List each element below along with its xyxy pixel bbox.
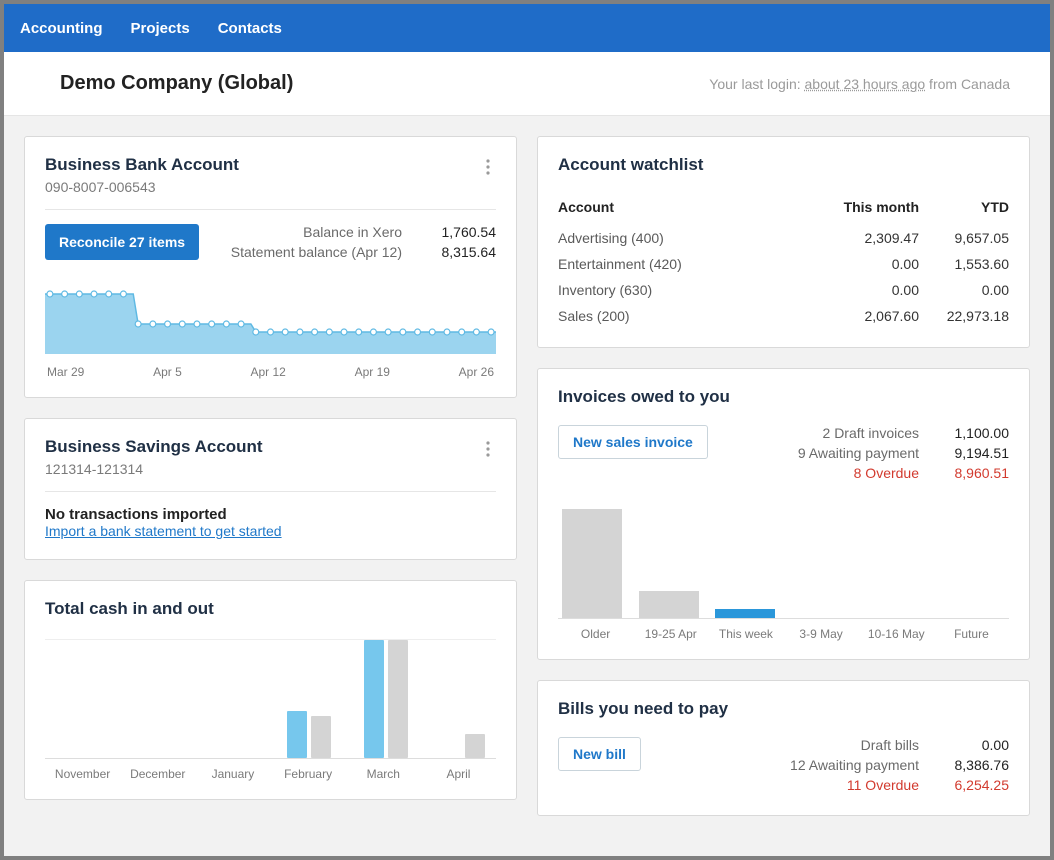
account-name: Sales (200) — [558, 303, 782, 329]
month-label: January — [195, 767, 270, 781]
cash-card: Total cash in and out November December … — [24, 580, 517, 800]
account-name: Advertising (400) — [558, 225, 782, 251]
stat-value-overdue: 8,960.51 — [939, 465, 1009, 481]
stat-label: Draft bills — [861, 737, 919, 753]
last-login-suffix: from Canada — [925, 76, 1010, 92]
last-login-prefix: Your last login: — [709, 76, 804, 92]
month-label: April — [421, 767, 496, 781]
reconcile-button[interactable]: Reconcile 27 items — [45, 224, 199, 260]
watchlist-table: Account This month YTD Advertising (400)… — [558, 199, 1009, 329]
stat-value-overdue: 6,254.25 — [939, 777, 1009, 793]
savings-title: Business Savings Account — [45, 437, 263, 457]
statement-balance-value: 8,315.64 — [426, 244, 496, 260]
ytd-val: 0.00 — [919, 277, 1009, 303]
bank-balances: Balance in Xero 1,760.54 Statement balanc… — [231, 224, 496, 264]
bank-number: 090-8007-006543 — [45, 179, 239, 195]
bank-area-chart: Mar 29 Apr 5 Apr 12 Apr 19 Apr 26 — [45, 274, 496, 379]
stat-label: 2 Draft invoices — [823, 425, 919, 441]
right-column: Account watchlist Account This month YTD… — [537, 136, 1030, 836]
stat-value: 8,386.76 — [939, 757, 1009, 773]
stat-value: 9,194.51 — [939, 445, 1009, 461]
bill-stats: Draft bills 0.00 12 Awaiting payment 8,386… — [790, 737, 1009, 797]
company-bar: Demo Company (Global) Your last login: a… — [4, 52, 1050, 116]
invoices-card: Invoices owed to you New sales invoice 2… — [537, 368, 1030, 660]
stat-label: 12 Awaiting payment — [790, 757, 919, 773]
table-row[interactable]: Inventory (630)0.000.00 — [558, 277, 1009, 303]
table-row[interactable]: Advertising (400)2,309.479,657.05 — [558, 225, 1009, 251]
month-label: March — [346, 767, 421, 781]
stat-label-overdue: 11 Overdue — [847, 777, 919, 793]
ytd-val: 9,657.05 — [919, 225, 1009, 251]
last-login-time[interactable]: about 23 hours ago — [805, 76, 926, 92]
month-val: 2,309.47 — [782, 225, 919, 251]
nav-projects[interactable]: Projects — [131, 20, 190, 37]
watchlist-card: Account watchlist Account This month YTD… — [537, 136, 1030, 348]
month-val: 0.00 — [782, 251, 919, 277]
bar-label: This week — [708, 627, 783, 641]
table-row[interactable]: Sales (200)2,067.6022,973.18 — [558, 303, 1009, 329]
month-val: 2,067.60 — [782, 303, 919, 329]
company-name: Demo Company (Global) — [60, 72, 293, 95]
bank-account-card: Business Bank Account 090-8007-006543 Re… — [24, 136, 517, 398]
tick: Mar 29 — [47, 365, 84, 379]
bills-card: Bills you need to pay New bill Draft bil… — [537, 680, 1030, 816]
col-month: This month — [782, 199, 919, 225]
divider — [45, 491, 496, 492]
col-account: Account — [558, 199, 782, 225]
table-row[interactable]: Entertainment (420)0.001,553.60 — [558, 251, 1009, 277]
month-label: February — [271, 767, 346, 781]
divider — [45, 209, 496, 210]
cash-bar-chart: November December January February March… — [45, 639, 496, 781]
kebab-icon[interactable] — [480, 155, 496, 179]
new-bill-button[interactable]: New bill — [558, 737, 641, 771]
bank-chart-ticks: Mar 29 Apr 5 Apr 12 Apr 19 Apr 26 — [45, 365, 496, 379]
savings-account-card: Business Savings Account 121314-121314 N… — [24, 418, 517, 560]
savings-number: 121314-121314 — [45, 461, 263, 477]
balance-xero-value: 1,760.54 — [426, 224, 496, 240]
tick: Apr 19 — [355, 365, 390, 379]
tick: Apr 12 — [250, 365, 285, 379]
bar-label: Older — [558, 627, 633, 641]
stat-value: 0.00 — [939, 737, 1009, 753]
nav-contacts[interactable]: Contacts — [218, 20, 282, 37]
ytd-val: 1,553.60 — [919, 251, 1009, 277]
stat-label: 9 Awaiting payment — [798, 445, 919, 461]
stat-label-overdue: 8 Overdue — [854, 465, 919, 481]
nav-accounting[interactable]: Accounting — [20, 20, 103, 37]
kebab-icon[interactable] — [480, 437, 496, 461]
bar-label: 10-16 May — [859, 627, 934, 641]
last-login: Your last login: about 23 hours ago from… — [709, 76, 1010, 92]
bills-title: Bills you need to pay — [558, 699, 1009, 719]
bank-title: Business Bank Account — [45, 155, 239, 175]
invoices-bar-chart: Older 19-25 Apr This week 3-9 May 10-16 … — [558, 509, 1009, 641]
ytd-val: 22,973.18 — [919, 303, 1009, 329]
invoice-stats: 2 Draft invoices 1,100.00 9 Awaiting paym… — [798, 425, 1009, 485]
balance-xero-label: Balance in Xero — [303, 224, 402, 240]
dashboard-content: Business Bank Account 090-8007-006543 Re… — [4, 116, 1050, 856]
cash-title: Total cash in and out — [45, 599, 496, 619]
tick: Apr 5 — [153, 365, 182, 379]
top-nav: Accounting Projects Contacts — [4, 4, 1050, 52]
tick: Apr 26 — [459, 365, 494, 379]
left-column: Business Bank Account 090-8007-006543 Re… — [24, 136, 517, 836]
month-val: 0.00 — [782, 277, 919, 303]
import-statement-link[interactable]: Import a bank statement to get started — [45, 523, 282, 539]
bar-label: 19-25 Apr — [633, 627, 708, 641]
watchlist-title: Account watchlist — [558, 155, 1009, 175]
month-label: November — [45, 767, 120, 781]
no-transactions-title: No transactions imported — [45, 506, 496, 523]
statement-balance-label: Statement balance (Apr 12) — [231, 244, 402, 260]
bar-label: Future — [934, 627, 1009, 641]
col-ytd: YTD — [919, 199, 1009, 225]
invoices-title: Invoices owed to you — [558, 387, 1009, 407]
month-label: December — [120, 767, 195, 781]
new-sales-invoice-button[interactable]: New sales invoice — [558, 425, 708, 459]
bar-label: 3-9 May — [784, 627, 859, 641]
stat-value: 1,100.00 — [939, 425, 1009, 441]
account-name: Inventory (630) — [558, 277, 782, 303]
account-name: Entertainment (420) — [558, 251, 782, 277]
